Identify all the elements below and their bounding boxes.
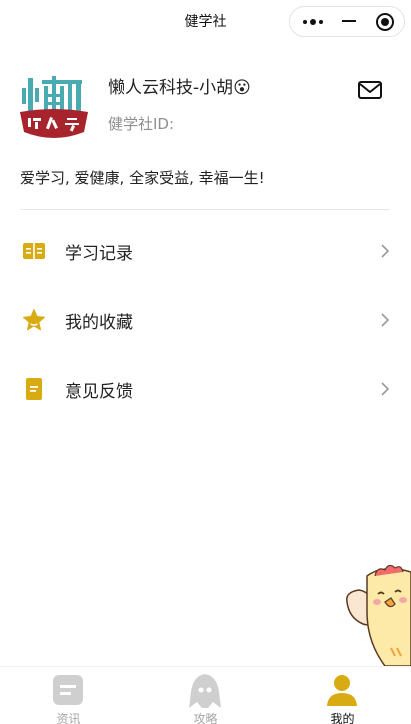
target-close-icon[interactable] — [376, 13, 394, 31]
profile-name: 懒人云科技-小胡😮 — [108, 78, 251, 98]
tab-label: 我的 — [330, 712, 355, 724]
feedback-doc-icon — [22, 377, 46, 401]
menu-item-favorites[interactable]: 我的收藏 — [0, 295, 411, 345]
tab-guides[interactable]: 攻略 — [137, 667, 274, 724]
open-book-icon — [22, 239, 46, 263]
menu-capsule — [289, 6, 405, 37]
news-icon — [50, 672, 86, 708]
tab-mine[interactable]: 我的 — [274, 667, 411, 724]
chevron-right-icon — [379, 381, 391, 397]
mascot-chick-icon[interactable] — [345, 562, 411, 667]
divider — [20, 209, 390, 210]
chevron-right-icon — [379, 312, 391, 328]
tab-label: 资讯 — [56, 712, 81, 724]
menu-label: 我的收藏 — [65, 313, 133, 333]
navigation-bar: 健学社 — [0, 0, 411, 42]
profile-id-label: 健学社ID: — [108, 115, 175, 133]
more-dots-icon[interactable] — [290, 7, 336, 36]
menu-label: 意见反馈 — [65, 382, 133, 402]
tab-label: 攻略 — [193, 712, 218, 724]
avatar[interactable] — [20, 72, 88, 140]
minimize-icon[interactable] — [342, 20, 356, 22]
person-icon — [324, 672, 360, 708]
motto-text: 爱学习, 爱健康, 全家受益, 幸福一生! — [20, 169, 265, 187]
menu-item-feedback[interactable]: 意见反馈 — [0, 364, 411, 414]
mail-icon[interactable] — [357, 79, 383, 101]
star-icon — [22, 308, 46, 332]
ghost-icon — [187, 672, 223, 708]
menu-item-study-records[interactable]: 学习记录 — [0, 226, 411, 276]
menu-label: 学习记录 — [65, 244, 133, 264]
chevron-right-icon — [379, 243, 391, 259]
tab-news[interactable]: 资讯 — [0, 667, 137, 724]
tab-bar: 资讯 攻略 我的 — [0, 666, 411, 724]
